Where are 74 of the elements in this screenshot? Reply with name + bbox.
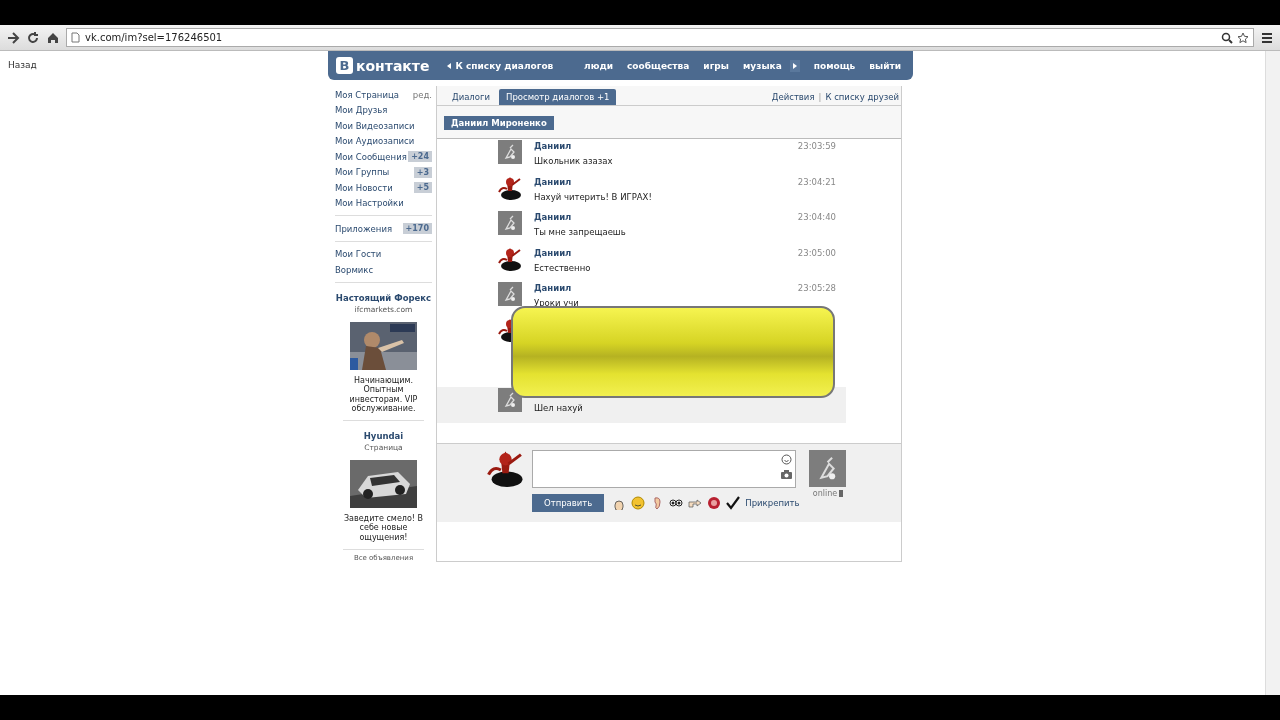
nav-link[interactable]: люди	[584, 60, 613, 71]
tab[interactable]: Диалоги	[445, 89, 497, 105]
sidebar-item[interactable]: Мои Настройки	[335, 195, 432, 211]
message-text: Шел нахуй	[534, 403, 584, 413]
smiley-icon[interactable]	[631, 496, 646, 510]
counter: +5	[413, 182, 432, 194]
phone-icon	[839, 490, 844, 497]
message-text: Ты мне запрещаешь	[534, 227, 627, 237]
online-status: online	[812, 489, 844, 498]
address-bar[interactable]: vk.com/im?sel=176246501	[66, 28, 1254, 47]
sender-name[interactable]: Даниил	[534, 212, 572, 222]
sidebar-item[interactable]: Мои Аудиозаписи	[335, 133, 432, 149]
message-time: 23:03:59	[797, 141, 836, 151]
back-arrow-icon	[6, 30, 20, 45]
smiley-icon	[781, 454, 792, 465]
prohibited-icon[interactable]	[707, 496, 722, 510]
camera-icon	[781, 470, 792, 479]
scrollbar[interactable]	[1265, 51, 1280, 695]
tab[interactable]: Просмотр диалогов +1	[499, 89, 617, 105]
counter: +3	[413, 166, 432, 178]
action-link[interactable]: Действия	[771, 92, 815, 102]
back-to-dialogs-link[interactable]: К списку диалогов	[447, 60, 554, 71]
counter: +170	[402, 223, 432, 235]
star-icon	[1237, 31, 1249, 44]
sender-name[interactable]: Даниил	[534, 176, 572, 187]
site-logo[interactable]: В контакте	[336, 57, 430, 74]
reload-icon	[26, 30, 40, 45]
ad-title[interactable]: Hyundai	[363, 430, 404, 441]
eyes-icon[interactable]	[669, 496, 684, 510]
nav-link[interactable]: музыка	[742, 60, 782, 71]
message-text: Школьник азазах	[534, 156, 614, 166]
message-text: Естественно	[534, 262, 592, 273]
message-field[interactable]	[532, 450, 796, 488]
home-icon	[46, 30, 60, 45]
back-link[interactable]: Назад	[8, 60, 37, 70]
message-text: Нахуй читерить! В ИГРАХ!	[534, 191, 653, 202]
sidebar-item[interactable]: Мои Гости	[335, 246, 432, 262]
sidebar-item[interactable]: Моя Страница ред.	[335, 87, 432, 103]
conversation-name-button[interactable]: Даниил Мироненко	[444, 116, 554, 130]
message-time: 23:04:40	[797, 212, 836, 222]
sender-name[interactable]: Даниил	[534, 247, 572, 258]
devil-avatar	[487, 450, 524, 487]
sidebar-item[interactable]: Мои Друзья	[335, 102, 432, 118]
sidebar-item[interactable]: Мои Новости +5	[335, 180, 432, 196]
user-avatar	[809, 450, 847, 487]
caret-icon	[447, 62, 452, 69]
ad-text: Заведите смело! В себе новые ощущения!	[343, 513, 424, 543]
message-time: 23:04:21	[797, 176, 836, 187]
action-link[interactable]: К списку друзей	[825, 92, 899, 102]
counter: +24	[408, 151, 432, 163]
edit-link[interactable]: ред.	[412, 89, 432, 100]
sidebar-item[interactable]: Вормикс	[335, 262, 432, 278]
sidebar-item[interactable]: Мои Видеозаписи	[335, 118, 432, 134]
send-button[interactable]: Отправить	[532, 494, 605, 512]
ad-text: Начинающим. Опытным инвесторам. VIP обслуживание.	[348, 375, 419, 414]
ad-title[interactable]: Настоящий Форекс	[335, 292, 432, 303]
nav-link[interactable]: сообщества	[627, 60, 690, 71]
nav-link[interactable]: игры	[703, 60, 729, 71]
nav-link[interactable]: выйти	[869, 60, 901, 71]
sender-name[interactable]: Даниил	[534, 283, 572, 293]
check-icon[interactable]	[726, 496, 741, 510]
sidebar-item[interactable]: Мои Группы +3	[335, 164, 432, 180]
sidebar-item[interactable]: Приложения +170	[335, 221, 432, 237]
sidebar-item[interactable]: Мои Сообщения +24	[335, 149, 432, 165]
attach-link[interactable]: Прикрепить	[745, 498, 802, 508]
separator: |	[818, 92, 822, 102]
play-icon[interactable]	[789, 59, 800, 72]
page-icon	[71, 32, 80, 43]
sender-name[interactable]: Даниил	[534, 141, 572, 151]
zoom-icon	[1221, 31, 1233, 44]
message-time: 23:05:00	[797, 247, 836, 258]
menu-icon	[1260, 30, 1274, 45]
message-time: 23:05:28	[797, 283, 836, 293]
nav-link[interactable]: помощь	[813, 60, 856, 71]
